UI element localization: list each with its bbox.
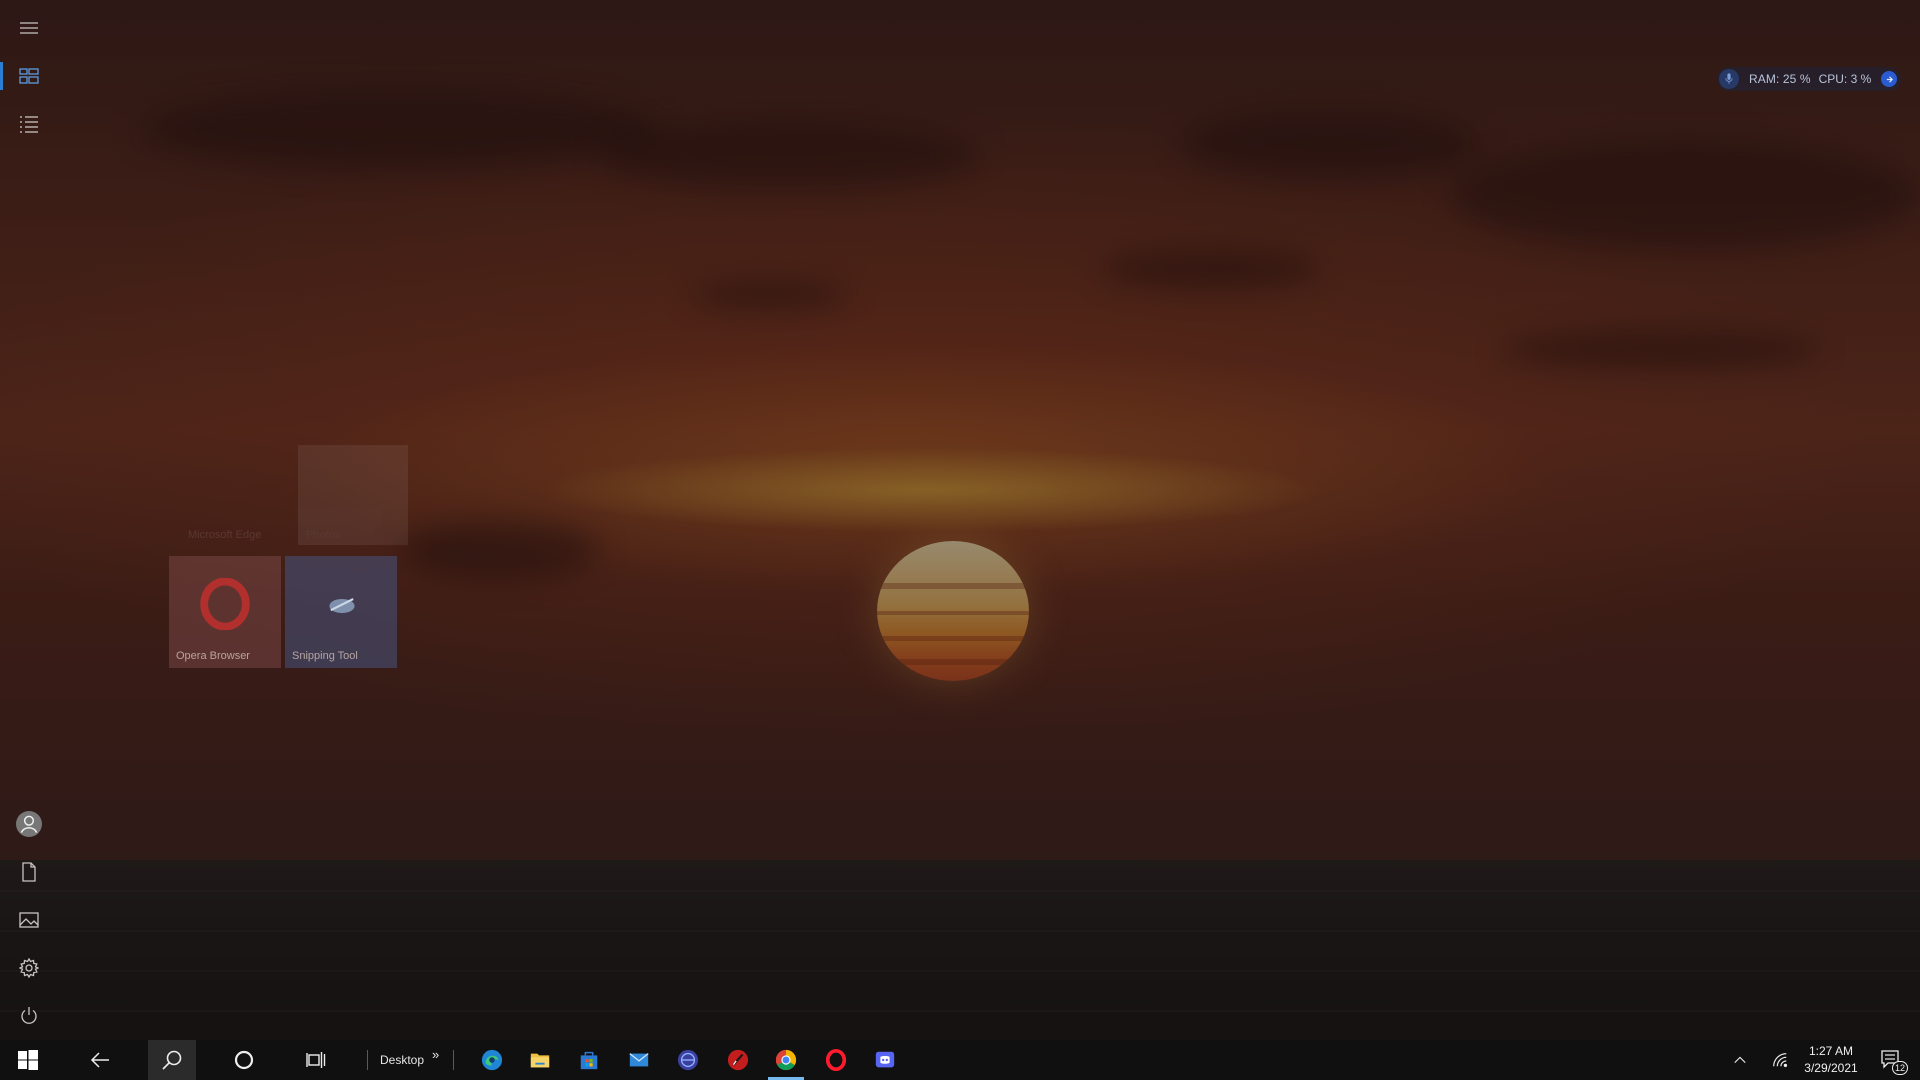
- task-view-icon: [306, 1052, 326, 1068]
- arrow-right-icon[interactable]: [1881, 71, 1897, 87]
- microphone-icon[interactable]: [1719, 69, 1739, 89]
- action-center-button[interactable]: 12: [1872, 1040, 1912, 1080]
- toolbar-separator: [367, 1050, 368, 1070]
- taskbar-app-store[interactable]: [565, 1040, 613, 1080]
- windows-logo-icon: [17, 1050, 38, 1070]
- taskbar-app-orb[interactable]: [664, 1040, 712, 1080]
- documents-button[interactable]: [0, 848, 57, 896]
- tile-label: Snipping Tool: [292, 650, 358, 662]
- taskbar-app-edge[interactable]: [468, 1040, 516, 1080]
- tile-label: Opera Browser: [176, 650, 250, 662]
- ram-usage: RAM: 25 %: [1749, 72, 1811, 86]
- documents-icon: [21, 862, 36, 882]
- store-bag-icon: [580, 1051, 598, 1070]
- taskbar: Desktop » 1:27 AM 3/29/2021 12: [0, 1040, 1920, 1080]
- all-apps-list-icon: [19, 116, 38, 133]
- snipping-tool-icon: [329, 598, 355, 613]
- task-view-button[interactable]: [292, 1040, 340, 1080]
- tile-opera-browser[interactable]: Opera Browser: [169, 556, 281, 668]
- taskbar-app-red[interactable]: [714, 1040, 762, 1080]
- cortana-ring-icon: [234, 1050, 254, 1070]
- all-apps-list-button[interactable]: [0, 100, 57, 148]
- hamburger-menu-button[interactable]: [0, 4, 57, 52]
- tiles-view-button[interactable]: [0, 52, 57, 100]
- chevron-up-icon: [1734, 1056, 1746, 1064]
- cortana-button[interactable]: [220, 1040, 268, 1080]
- taskbar-app-file-explorer[interactable]: [516, 1040, 564, 1080]
- pictures-button[interactable]: [0, 896, 57, 944]
- settings-icon: [18, 958, 39, 978]
- taskbar-app-mail[interactable]: [615, 1040, 663, 1080]
- toolbar-chevron[interactable]: »: [432, 1047, 439, 1062]
- ghost-tile-label: Microsoft Edge: [188, 529, 262, 541]
- taskbar-clock[interactable]: 1:27 AM 3/29/2021: [1796, 1040, 1866, 1080]
- desktop-screen: Microsoft Edge Photos Opera Browser Snip…: [0, 0, 1920, 1080]
- start-button[interactable]: [0, 1040, 55, 1080]
- network-wifi-icon: [1773, 1053, 1788, 1068]
- tile-snipping-tool[interactable]: Snipping Tool: [285, 556, 397, 668]
- power-icon: [20, 1007, 37, 1024]
- desktop-toolbar-label: Desktop: [380, 1053, 425, 1067]
- tiles-view-icon: [18, 68, 39, 84]
- clock-time: 1:27 AM: [1808, 1044, 1854, 1058]
- desktop-toolbar[interactable]: Desktop »: [380, 1040, 439, 1080]
- show-hidden-icons-button[interactable]: [1726, 1040, 1754, 1080]
- hamburger-menu-icon: [19, 22, 38, 34]
- search-button[interactable]: [148, 1040, 196, 1080]
- taskbar-app-opera[interactable]: [812, 1040, 860, 1080]
- red-app-icon: [727, 1049, 749, 1071]
- resource-monitor-widget[interactable]: RAM: 25 % CPU: 3 %: [1717, 67, 1901, 91]
- mail-icon: [629, 1053, 649, 1067]
- power-button[interactable]: [0, 992, 57, 1040]
- notification-count-badge: 12: [1892, 1061, 1909, 1075]
- ghost-tile-photos: Photos: [298, 445, 408, 545]
- settings-button[interactable]: [0, 944, 57, 992]
- taskbar-app-discord[interactable]: [861, 1040, 909, 1080]
- orb-app-icon: [677, 1049, 699, 1071]
- user-account-icon: [15, 811, 42, 837]
- clock-date: 3/29/2021: [1804, 1061, 1858, 1075]
- start-menu: Microsoft Edge Photos Opera Browser Snip…: [0, 0, 1920, 1040]
- edge-icon: [481, 1049, 503, 1071]
- taskbar-app-chrome[interactable]: [762, 1040, 810, 1080]
- opera-icon: [200, 578, 250, 630]
- search-icon: [162, 1050, 182, 1070]
- chrome-icon: [775, 1049, 797, 1071]
- pictures-icon: [18, 912, 39, 928]
- ghost-tile-label: Photos: [306, 529, 341, 541]
- opera-icon: [825, 1049, 847, 1071]
- toolbar-separator: [453, 1050, 454, 1070]
- user-account-button[interactable]: [0, 800, 57, 848]
- back-arrow-icon: [90, 1052, 109, 1068]
- back-button[interactable]: [76, 1040, 124, 1080]
- folder-icon: [530, 1053, 550, 1068]
- cpu-usage: CPU: 3 %: [1818, 72, 1872, 86]
- start-rail: [0, 0, 57, 1040]
- ghost-tile-edge: Microsoft Edge: [180, 445, 290, 545]
- network-button[interactable]: [1766, 1040, 1794, 1080]
- discord-icon: [875, 1051, 895, 1068]
